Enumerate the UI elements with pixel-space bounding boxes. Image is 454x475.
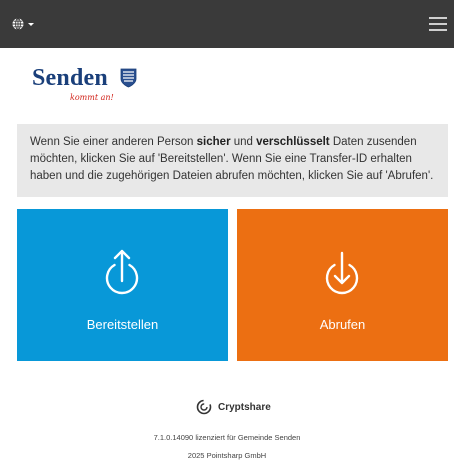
- info-bold-verschluesselt: verschlüsselt: [256, 136, 330, 148]
- chevron-down-icon: [28, 22, 34, 26]
- coat-of-arms-icon: [120, 68, 137, 88]
- language-selector[interactable]: [12, 17, 34, 31]
- cryptshare-logo-icon: [196, 399, 212, 415]
- upload-arrow-circle-icon: [105, 249, 139, 295]
- fetch-button[interactable]: Abrufen: [237, 209, 448, 361]
- provide-button[interactable]: Bereitstellen: [17, 209, 228, 361]
- logo-tagline: kommt an!: [70, 93, 114, 102]
- info-text-part: Wenn Sie einer anderen Person: [30, 136, 197, 148]
- copyright-line: 2025 Pointsharp GmbH: [187, 451, 267, 460]
- top-navbar: [0, 0, 454, 48]
- hamburger-menu-icon[interactable]: [429, 17, 447, 31]
- info-text-box: Wenn Sie einer anderen Person sicher und…: [17, 124, 448, 197]
- fetch-label: Abrufen: [319, 317, 366, 332]
- version-line: 7.1.0.14090 lizenziert für Gemeinde Send…: [153, 433, 301, 442]
- info-bold-sicher: sicher: [196, 136, 231, 148]
- cryptshare-logo: Cryptshare: [196, 397, 271, 417]
- cryptshare-brand: Cryptshare: [218, 401, 271, 413]
- download-arrow-circle-icon: [325, 251, 359, 295]
- provide-label: Bereitstellen: [86, 317, 159, 332]
- globe-icon: [12, 18, 24, 30]
- info-text-part: und: [230, 136, 257, 148]
- senden-logo: Senden kommt an!: [32, 65, 142, 105]
- logo-wordmark: Senden: [32, 65, 108, 91]
